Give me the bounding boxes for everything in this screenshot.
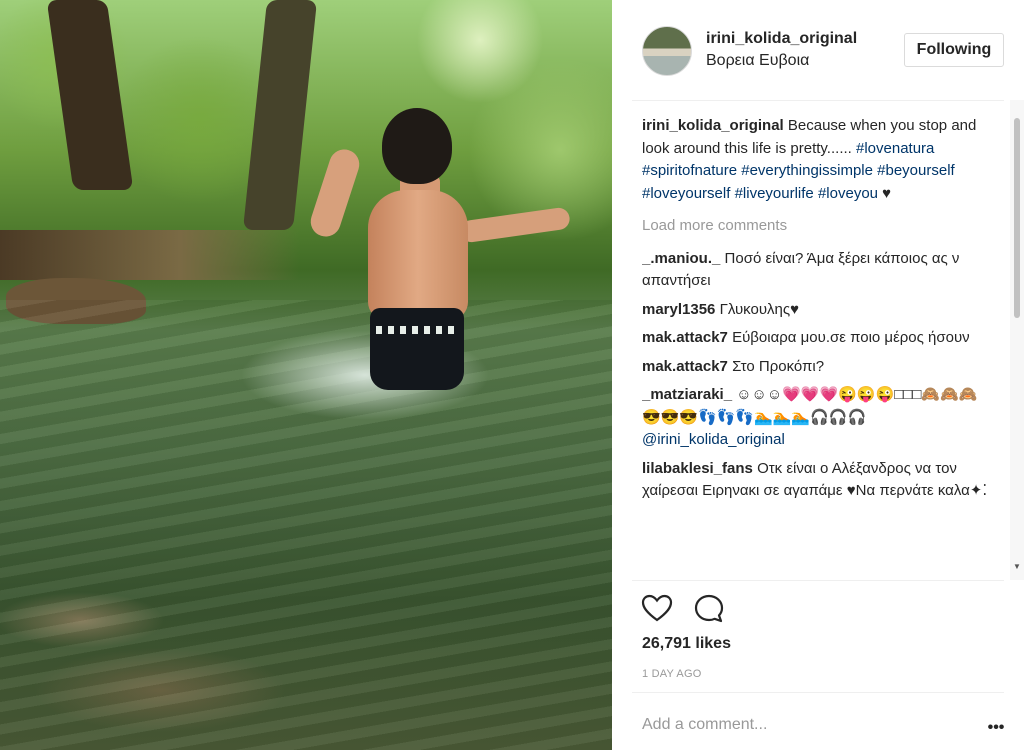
comment-item: mak.attack7 Εύβοιαρα μου.σε ποιο μέρος ή… [642, 327, 992, 350]
likes-count[interactable]: 26,791 likes [642, 635, 731, 653]
comment-mention-link[interactable]: @irini_kolida_original [642, 431, 785, 448]
comment-items: _.maniou._ Ποσό είναι? Άμα ξέρει κάποιος… [642, 248, 992, 503]
comment-item: mak.attack7 Στο Προκόπι? [642, 356, 992, 379]
caption-username[interactable]: irini_kolida_original [642, 117, 784, 134]
comment-username[interactable]: _matziaraki_ [642, 386, 732, 403]
load-more-comments-button[interactable]: Load more comments [642, 215, 992, 238]
comment-item: lilabaklesi_fans Οτκ είναι ο Αλέξανδρος … [642, 458, 992, 503]
photo-river-bank [0, 230, 300, 280]
comment-username[interactable]: _.maniou._ [642, 250, 720, 267]
caption: irini_kolida_original Because when you s… [642, 115, 992, 205]
comment-text: Στο Προκόπι? [732, 357, 825, 375]
header-divider [632, 100, 1004, 101]
comment-item: _matziaraki_ ☺☺☺💗💗💗😜😜😜□□□🙈🙈🙈😎😎😎👣👣👣🏊🏊🏊🎧🎧🎧… [642, 384, 992, 452]
hashtag-link[interactable]: #loveyourself [642, 185, 730, 202]
hashtag-link[interactable]: #everythingissimple [741, 162, 873, 179]
author-avatar[interactable] [642, 26, 692, 76]
comment-divider [632, 692, 1004, 693]
comment-username[interactable]: maryl1356 [642, 301, 715, 318]
heart-emoji: ♥ [882, 184, 892, 202]
comment-text: Εύβοιαρα μου.σε ποιο μέρος ήσουν [732, 329, 970, 346]
comment-username[interactable]: mak.attack7 [642, 329, 728, 346]
comment-item: maryl1356 Γλυκουλης♥ [642, 299, 992, 322]
post-location[interactable]: Βορεια Ευβοια [706, 52, 809, 70]
actions-divider [632, 580, 1004, 581]
comment-username[interactable]: lilabaklesi_fans [642, 460, 753, 477]
post-side-panel: irini_kolida_original Βορεια Ευβοια Foll… [612, 0, 1024, 750]
hashtag-link[interactable]: #liveyourlife [735, 185, 814, 202]
hashtag-link[interactable]: #lovenatura [856, 140, 934, 157]
add-comment-input[interactable]: Add a comment... [642, 716, 767, 734]
comment-username[interactable]: mak.attack7 [642, 358, 728, 375]
hashtag-link[interactable]: #loveyou [818, 185, 878, 202]
heart-icon[interactable] [640, 592, 674, 626]
more-options-icon[interactable]: ••• [984, 718, 1008, 738]
post-photo[interactable] [0, 0, 612, 750]
hashtag-link[interactable]: #beyourself [877, 162, 955, 179]
post-header: irini_kolida_original Βορεια Ευβοια Foll… [612, 0, 1024, 100]
hashtag-link[interactable]: #spiritofnature [642, 162, 737, 179]
following-button[interactable]: Following [904, 33, 1004, 67]
post-timestamp[interactable]: 1 DAY AGO [642, 668, 701, 680]
author-username[interactable]: irini_kolida_original [706, 30, 857, 48]
comments-list[interactable]: irini_kolida_original Because when you s… [642, 115, 992, 580]
comment-item: _.maniou._ Ποσό είναι? Άμα ξέρει κάποιος… [642, 248, 992, 293]
scrollbar-thumb[interactable] [1014, 118, 1020, 318]
comment-bubble-icon[interactable] [692, 592, 726, 626]
comment-text: Γλυκουλης♥ [719, 300, 800, 318]
scroll-down-arrow-icon[interactable]: ▼ [1012, 562, 1022, 572]
photo-child [306, 108, 580, 408]
